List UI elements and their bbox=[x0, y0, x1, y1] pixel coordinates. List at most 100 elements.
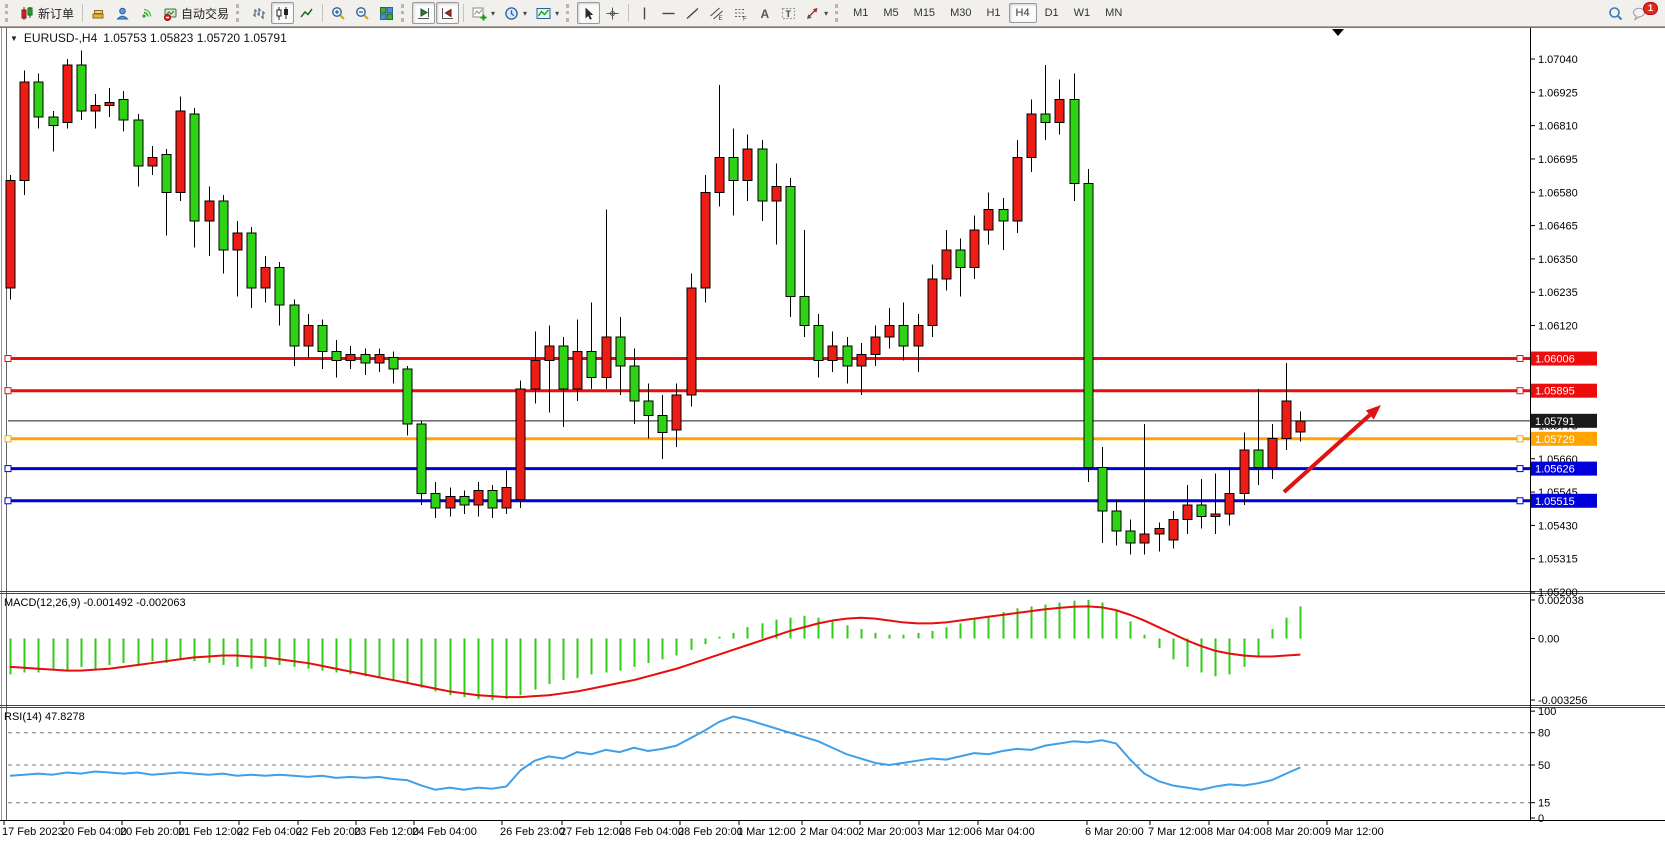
time-tick-label: 28 Feb 04:00 bbox=[619, 826, 684, 838]
periods-button[interactable]: ▾ bbox=[500, 2, 531, 24]
toolbar-separator bbox=[628, 4, 629, 22]
indicators-button[interactable]: ▾ bbox=[468, 2, 499, 24]
line-drag-handle[interactable] bbox=[5, 498, 11, 504]
candle bbox=[247, 227, 256, 308]
candle bbox=[1169, 511, 1178, 549]
timeframe-m15-button[interactable]: M15 bbox=[907, 3, 942, 23]
timeframe-mn-button[interactable]: MN bbox=[1098, 3, 1129, 23]
toolbar-grip-handle[interactable] bbox=[236, 4, 242, 22]
price-axis[interactable]: 1.070401.069251.068101.066951.065801.064… bbox=[1530, 54, 1597, 599]
trend-arrow-object[interactable] bbox=[1284, 405, 1381, 492]
vertical-line-button[interactable] bbox=[633, 2, 656, 24]
candle bbox=[176, 97, 185, 201]
svg-text:1.05895: 1.05895 bbox=[1535, 386, 1575, 398]
candle bbox=[616, 317, 625, 395]
macd-axis-label: 0.00 bbox=[1538, 634, 1559, 646]
candle bbox=[800, 230, 809, 337]
timeframe-h1-button[interactable]: H1 bbox=[979, 3, 1007, 23]
candle bbox=[460, 491, 469, 514]
notifications-button[interactable]: 1 bbox=[1628, 2, 1662, 24]
candle bbox=[488, 485, 497, 518]
line-drag-handle[interactable] bbox=[1517, 436, 1523, 442]
signals-button[interactable] bbox=[135, 2, 158, 24]
candle bbox=[658, 395, 667, 459]
dropdown-caret-icon[interactable]: ▾ bbox=[555, 9, 559, 18]
candle bbox=[1183, 485, 1192, 534]
line-chart-button[interactable] bbox=[295, 2, 318, 24]
search-button[interactable] bbox=[1604, 2, 1627, 24]
templates-button[interactable]: ▾ bbox=[532, 2, 563, 24]
chart-title-caret-icon[interactable]: ▼ bbox=[10, 34, 18, 43]
new-order-button[interactable]: 新订单 bbox=[16, 2, 78, 24]
toolbar-separator bbox=[322, 4, 323, 22]
svg-text:E: E bbox=[719, 16, 723, 21]
line-drag-handle[interactable] bbox=[5, 466, 11, 472]
toolbar-grip-handle[interactable] bbox=[401, 4, 407, 22]
candle bbox=[984, 192, 993, 244]
arrows-button[interactable]: ▾ bbox=[801, 2, 832, 24]
cursor-icon bbox=[581, 6, 596, 21]
chart-shift-marker-icon[interactable] bbox=[1332, 29, 1344, 36]
zoom-out-button[interactable] bbox=[351, 2, 374, 24]
svg-text:1.05791: 1.05791 bbox=[1535, 416, 1575, 428]
auto-scroll-button[interactable] bbox=[412, 2, 435, 24]
text-label-button[interactable]: T bbox=[777, 2, 800, 24]
bar-chart-button[interactable] bbox=[247, 2, 270, 24]
arrows-icon bbox=[805, 6, 820, 21]
tile-windows-button[interactable] bbox=[375, 2, 398, 24]
price-tick-label: 1.05430 bbox=[1538, 520, 1578, 532]
candle bbox=[6, 175, 15, 300]
zoom-in-icon bbox=[331, 6, 346, 21]
auto-trading-button[interactable]: 自动交易 bbox=[159, 2, 233, 24]
candle bbox=[970, 215, 979, 279]
line-drag-handle[interactable] bbox=[1517, 466, 1523, 472]
toolbar-grip-handle[interactable] bbox=[5, 4, 11, 22]
candle bbox=[417, 421, 426, 505]
timeframe-h4-button[interactable]: H4 bbox=[1009, 3, 1037, 23]
candle bbox=[531, 331, 540, 403]
chart-shift-button[interactable] bbox=[436, 2, 459, 24]
svg-text:1.06006: 1.06006 bbox=[1535, 354, 1575, 366]
time-tick-label: 1 Mar 12:00 bbox=[737, 826, 796, 838]
candle bbox=[573, 320, 582, 401]
text-button[interactable]: A bbox=[753, 2, 776, 24]
dropdown-caret-icon[interactable]: ▾ bbox=[824, 9, 828, 18]
line-drag-handle[interactable] bbox=[1517, 498, 1523, 504]
cursor-button[interactable] bbox=[577, 2, 600, 24]
crosshair-button[interactable] bbox=[601, 2, 624, 24]
horizontal-line-button[interactable] bbox=[657, 2, 680, 24]
fibonacci-button[interactable]: F bbox=[729, 2, 752, 24]
timeframe-m30-button[interactable]: M30 bbox=[943, 3, 978, 23]
line-drag-handle[interactable] bbox=[1517, 356, 1523, 362]
community-button[interactable] bbox=[111, 2, 134, 24]
timeframe-m5-button[interactable]: M5 bbox=[876, 3, 905, 23]
dropdown-caret-icon[interactable]: ▾ bbox=[491, 9, 495, 18]
line-drag-handle[interactable] bbox=[5, 436, 11, 442]
macd-pane: 0.0020380.00-0.003256 bbox=[10, 595, 1588, 707]
toolbar-grip-handle[interactable] bbox=[835, 4, 841, 22]
candle bbox=[290, 299, 299, 366]
candlestick-chart-icon bbox=[275, 6, 290, 21]
horizontal-line-icon bbox=[661, 6, 676, 21]
timeframe-d1-button[interactable]: D1 bbox=[1038, 3, 1066, 23]
gold-ingot-button[interactable] bbox=[87, 2, 110, 24]
timeframe-w1-button[interactable]: W1 bbox=[1067, 3, 1098, 23]
toolbar-grip-handle[interactable] bbox=[566, 4, 572, 22]
line-drag-handle[interactable] bbox=[5, 388, 11, 394]
time-axis[interactable]: 17 Feb 202320 Feb 04:0020 Feb 20:0021 Fe… bbox=[2, 821, 1384, 838]
candle bbox=[304, 314, 313, 357]
equidistant-channel-button[interactable]: E bbox=[705, 2, 728, 24]
rsi-pane: 1008050150 bbox=[8, 706, 1556, 825]
zoom-in-button[interactable] bbox=[327, 2, 350, 24]
line-drag-handle[interactable] bbox=[5, 356, 11, 362]
timeframe-m1-button[interactable]: M1 bbox=[846, 3, 875, 23]
chart-canvas[interactable]: 1.070401.069251.068101.066951.065801.064… bbox=[0, 0, 1665, 842]
candle bbox=[190, 108, 199, 247]
price-line-badge: 1.06006 bbox=[1531, 352, 1597, 366]
line-drag-handle[interactable] bbox=[1517, 388, 1523, 394]
price-line-badge: 1.05729 bbox=[1531, 432, 1597, 446]
dropdown-caret-icon[interactable]: ▾ bbox=[523, 9, 527, 18]
candle bbox=[346, 346, 355, 369]
trendline-button[interactable] bbox=[681, 2, 704, 24]
candlestick-chart-button[interactable] bbox=[271, 2, 294, 24]
